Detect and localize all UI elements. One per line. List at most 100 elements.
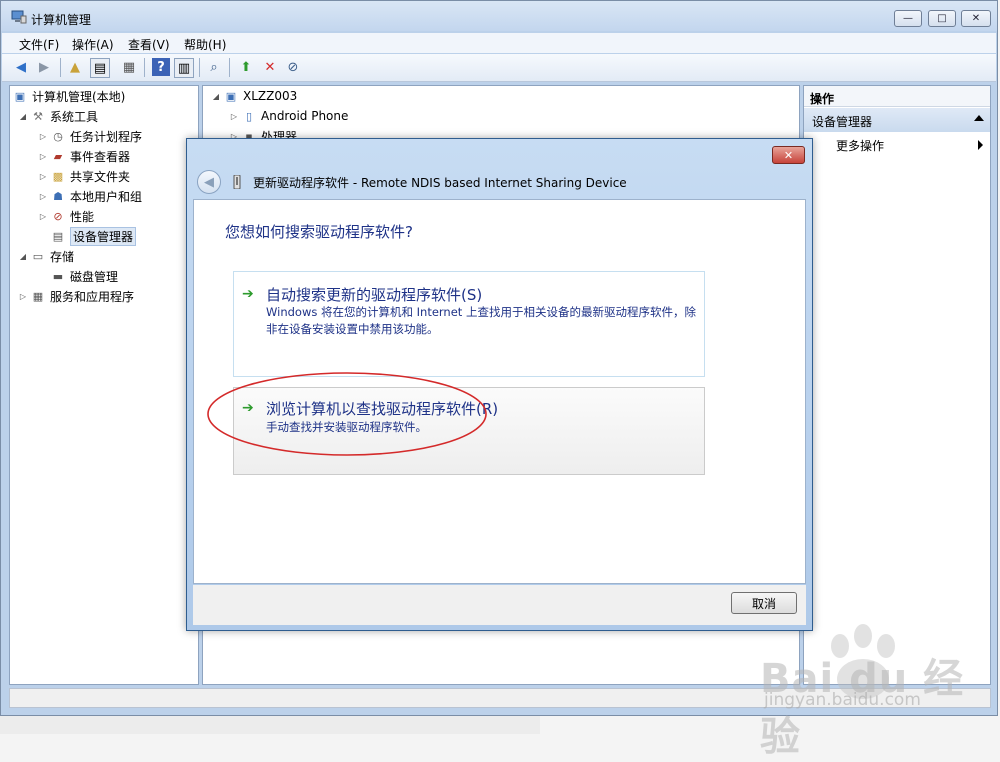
expand-arrow-icon[interactable]: ▷ <box>38 212 48 221</box>
expand-arrow-icon[interactable]: ▷ <box>38 172 48 181</box>
toolbar-separator <box>199 58 200 77</box>
actions-header: 操作 <box>804 86 990 107</box>
computer-management-icon <box>11 10 27 24</box>
console-tree: ▣ 计算机管理(本地) ◢ ⚒ 系统工具 ▷ ◷ 任务计划程序 ▷ ▰ 事件查看… <box>9 85 199 685</box>
window-title: 计算机管理 <box>31 13 92 27</box>
shared-folders-icon: ▩ <box>52 169 64 183</box>
tree-item-label: 事件查看器 <box>70 149 131 164</box>
submenu-arrow-icon <box>978 140 983 150</box>
expand-arrow-icon[interactable]: ▷ <box>38 132 48 141</box>
device-category-android-phone[interactable]: ▷ ▯ Android Phone <box>229 107 348 125</box>
up-folder-icon[interactable]: ▲ <box>66 58 84 76</box>
tree-item-label: 服务和应用程序 <box>50 289 135 304</box>
actions-pane: 操作 设备管理器 更多操作 <box>803 85 991 685</box>
minimize-button[interactable]: — <box>894 10 922 27</box>
toolbar: ◀ ▶ ▲ ▤ ▦ ? ▥ ⌕ ⬆ ✕ ⊘ <box>2 54 996 82</box>
tree-item-event-viewer[interactable]: ▷ ▰ 事件查看器 <box>38 147 130 165</box>
collapse-arrow-icon[interactable]: ◢ <box>211 92 221 101</box>
disk-management-icon: ▬ <box>52 269 64 283</box>
disable-device-icon[interactable]: ⊘ <box>284 58 302 76</box>
task-scheduler-icon: ◷ <box>53 129 63 143</box>
annotation-ellipse <box>207 372 487 456</box>
menu-action[interactable]: 操作(A) <box>72 36 114 53</box>
tree-item-device-manager[interactable]: ▤ 设备管理器 <box>50 226 137 246</box>
expand-arrow-icon[interactable]: ▷ <box>38 152 48 161</box>
uninstall-icon[interactable]: ✕ <box>261 58 279 76</box>
expand-arrow-icon[interactable]: ▷ <box>18 292 28 301</box>
system-tools-icon: ⚒ <box>33 109 43 123</box>
tree-item-shared-folders[interactable]: ▷ ▩ 共享文件夹 <box>38 167 130 185</box>
device-manager-icon: ▤ <box>52 229 64 243</box>
tree-item-computer-management[interactable]: ▣ 计算机管理(本地) <box>12 87 126 105</box>
collapse-arrow-icon[interactable]: ◢ <box>18 112 28 121</box>
maximize-icon: □ <box>937 13 947 24</box>
expand-arrow-icon[interactable]: ▷ <box>38 192 48 201</box>
computer-icon: ▣ <box>225 89 237 103</box>
event-viewer-icon: ▰ <box>53 149 63 163</box>
performance-icon: ⊘ <box>53 209 63 223</box>
expand-arrow-icon[interactable]: ▷ <box>229 112 239 121</box>
help-icon[interactable]: ? <box>152 58 170 76</box>
dialog-close-button[interactable]: ✕ <box>772 146 805 164</box>
dialog-title: 更新驱动程序软件 - Remote NDIS based Internet Sh… <box>253 176 627 190</box>
close-icon: ✕ <box>783 148 794 162</box>
back-icon[interactable]: ◀ <box>12 58 30 76</box>
tree-item-services-apps[interactable]: ▷ ▦ 服务和应用程序 <box>18 287 134 305</box>
export-list-icon[interactable]: ▦ <box>120 58 138 76</box>
tree-item-label: 共享文件夹 <box>70 169 131 184</box>
tree-item-label: 计算机管理(本地) <box>32 89 126 104</box>
tree-item-label: 任务计划程序 <box>70 129 143 144</box>
menu-bar: 文件(F) 操作(A) 查看(V) 帮助(H) <box>2 33 996 53</box>
tree-item-label: 存储 <box>50 249 75 264</box>
tree-item-performance[interactable]: ▷ ⊘ 性能 <box>38 207 94 225</box>
desktop-strip <box>0 716 540 734</box>
toolbar-separator <box>144 58 145 77</box>
tree-item-label: 本地用户和组 <box>70 189 143 204</box>
back-button[interactable]: ◀ <box>197 170 221 194</box>
option-auto-search[interactable]: ➔ 自动搜索更新的驱动程序软件(S) Windows 将在您的计算机和 Inte… <box>233 271 705 377</box>
tree-item-disk-management[interactable]: ▬ 磁盘管理 <box>50 267 118 285</box>
close-button[interactable]: ✕ <box>961 10 991 27</box>
green-arrow-icon: ➔ <box>242 286 254 302</box>
collapse-arrow-icon[interactable]: ◢ <box>18 252 28 261</box>
watermark-url: jingyan.baidu.com <box>764 690 921 710</box>
back-arrow-icon: ◀ <box>204 174 214 190</box>
update-driver-icon[interactable]: ⬆ <box>237 58 255 76</box>
device-icon <box>233 175 241 189</box>
services-apps-icon: ▦ <box>32 289 44 303</box>
scan-hardware-icon[interactable]: ⌕ <box>205 58 223 76</box>
maximize-button[interactable]: □ <box>928 10 956 27</box>
actions-title: 操作 <box>810 92 835 106</box>
dialog-question: 您想如何搜索驱动程序软件? <box>225 223 413 241</box>
toolbar-separator <box>60 58 61 77</box>
actions-section-label: 设备管理器 <box>812 115 873 129</box>
cancel-button[interactable]: 取消 <box>731 592 797 614</box>
collapse-up-icon[interactable] <box>974 115 984 121</box>
device-category-label: Android Phone <box>261 109 349 123</box>
menu-view[interactable]: 查看(V) <box>128 36 170 53</box>
menu-file[interactable]: 文件(F) <box>19 36 59 53</box>
tree-item-label: 系统工具 <box>50 109 99 124</box>
tree-item-system-tools[interactable]: ◢ ⚒ 系统工具 <box>18 107 98 125</box>
option-title: 自动搜索更新的驱动程序软件(S) <box>266 286 483 304</box>
device-root-label: XLZZ003 <box>243 89 298 103</box>
minimize-icon: — <box>903 13 913 24</box>
users-groups-icon: ☗ <box>53 189 63 203</box>
more-actions-item[interactable]: 更多操作 <box>836 137 884 154</box>
show-hide-tree-icon[interactable]: ▤ <box>90 58 110 78</box>
title-bar[interactable]: 计算机管理 — □ ✕ <box>1 1 997 31</box>
tree-item-label: 性能 <box>70 209 95 224</box>
tree-item-storage[interactable]: ◢ ▭ 存储 <box>18 247 74 265</box>
computer-management-icon: ▣ <box>14 89 26 103</box>
dialog-footer <box>193 585 806 625</box>
menu-help[interactable]: 帮助(H) <box>184 36 226 53</box>
tree-item-task-scheduler[interactable]: ▷ ◷ 任务计划程序 <box>38 127 142 145</box>
actions-section-device-manager[interactable]: 设备管理器 <box>804 108 990 132</box>
device-root[interactable]: ◢ ▣ XLZZ003 <box>211 87 297 105</box>
toolbar-separator <box>229 58 230 77</box>
show-action-pane-icon[interactable]: ▥ <box>174 58 194 78</box>
tree-item-local-users-groups[interactable]: ▷ ☗ 本地用户和组 <box>38 187 142 205</box>
forward-icon[interactable]: ▶ <box>35 58 53 76</box>
option-description: Windows 将在您的计算机和 Internet 上查找用于相关设备的最新驱动… <box>266 305 696 336</box>
storage-icon: ▭ <box>32 249 44 263</box>
